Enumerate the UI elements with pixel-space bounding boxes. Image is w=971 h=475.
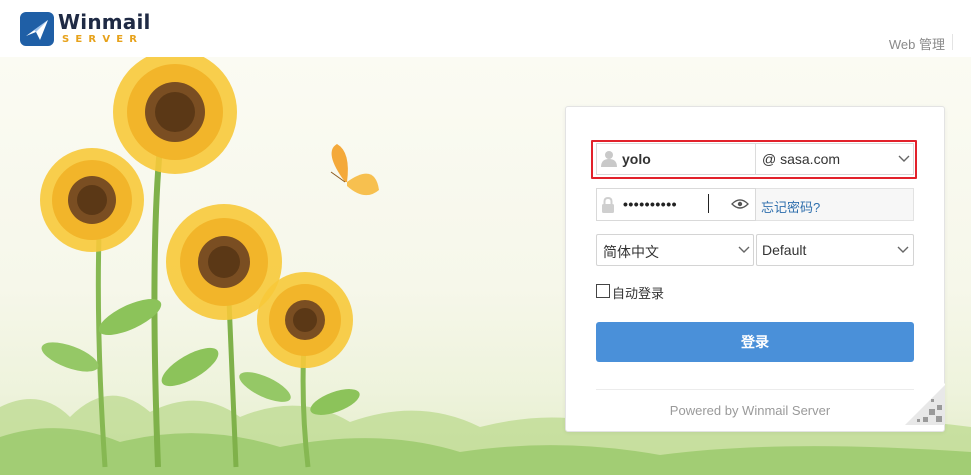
auto-login-checkbox[interactable] [596, 284, 610, 298]
logo-wordmark: Winmail [58, 10, 151, 34]
lock-icon [602, 196, 614, 213]
language-select-value: 简体中文 [603, 244, 659, 260]
text-caret [708, 194, 709, 213]
skin-chevron-down-icon [897, 246, 909, 253]
username-row-highlight [591, 140, 917, 179]
header-divider [952, 34, 953, 50]
top-bar: Winmail SERVER Web 管理 [0, 0, 971, 57]
logo-mark-icon [20, 12, 54, 46]
password-masked-value: •••••••••• [623, 196, 678, 212]
panel-divider [596, 389, 914, 390]
skin-select-value: Default [762, 242, 807, 258]
auto-login-label[interactable]: 自动登录 [612, 283, 664, 302]
web-admin-link[interactable]: Web 管理 [889, 34, 945, 53]
show-password-eye-icon[interactable] [731, 198, 749, 210]
winmail-logo[interactable]: Winmail SERVER [20, 10, 155, 48]
forgot-password-link[interactable]: 忘记密码? [761, 197, 820, 216]
logo-subtitle: SERVER [62, 34, 144, 45]
powered-by-text: Powered by Winmail Server [669, 403, 831, 418]
login-button[interactable]: 登录 [596, 322, 914, 362]
language-chevron-down-icon [738, 246, 750, 253]
qr-code-corner-icon[interactable] [903, 383, 945, 425]
